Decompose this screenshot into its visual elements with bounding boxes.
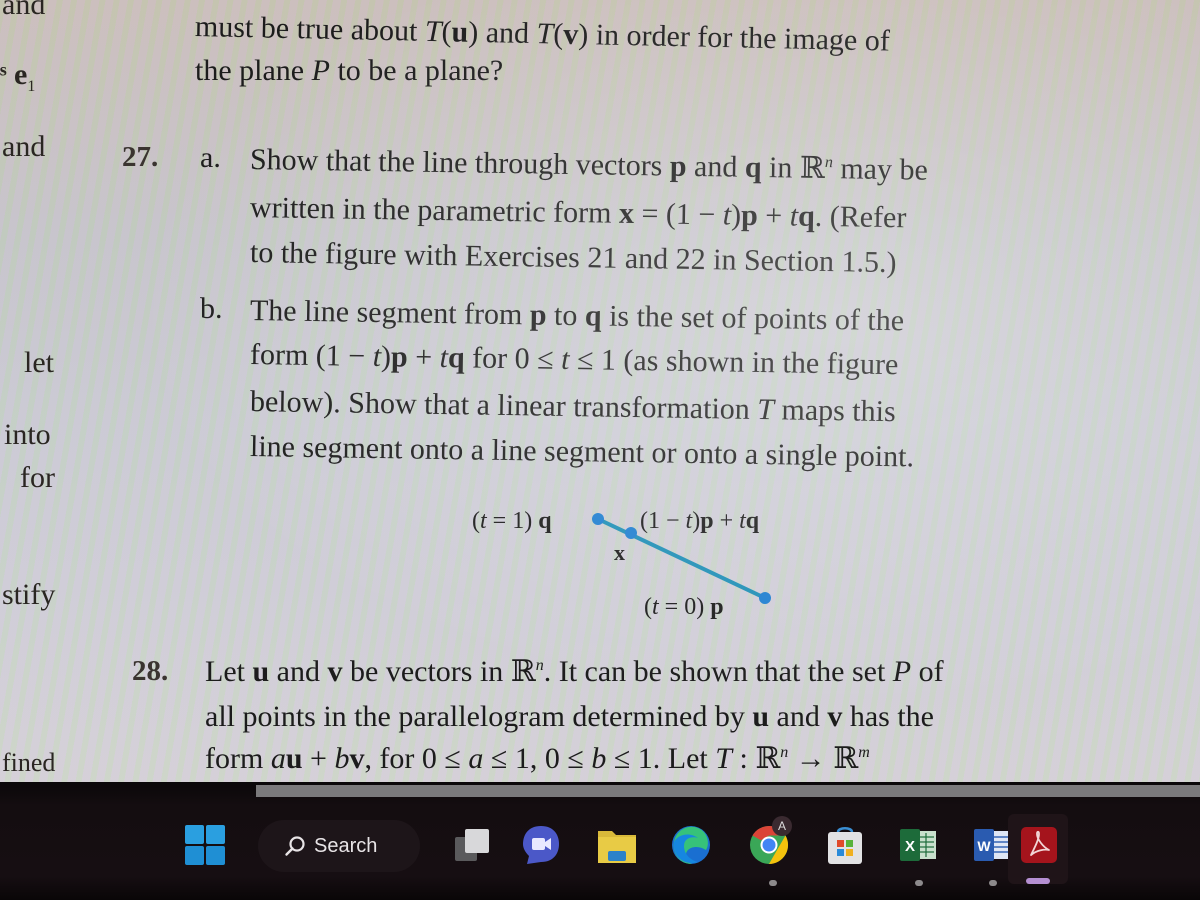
exercise-27a-line-1: Show that the line through vectors p and… xyxy=(249,143,929,187)
folder-icon xyxy=(598,831,636,863)
taskbar-search-button[interactable]: Search xyxy=(258,820,420,872)
windows-start-icon xyxy=(185,825,225,865)
chrome-running-indicator xyxy=(769,880,777,886)
exercise-27b-line-2: form (1 − t)p + tq for 0 ≤ t ≤ 1 (as sho… xyxy=(249,338,899,382)
taskbar-app-task-view[interactable] xyxy=(450,822,496,868)
exercise-27b-line-4: line segment onto a line segment or onto… xyxy=(249,430,915,474)
horizontal-scrollbar[interactable] xyxy=(256,785,1200,797)
point-x xyxy=(625,527,637,539)
excel-running-indicator xyxy=(915,880,923,886)
acrobat-icon xyxy=(1021,827,1057,863)
exercise-number-27: 27. xyxy=(122,141,159,173)
taskbar-app-excel[interactable]: X xyxy=(896,822,942,868)
exercise-28-line-1: Let u and v be vectors in ℝn. It can be … xyxy=(205,655,944,688)
excel-icon: X xyxy=(900,829,936,861)
margin-text: fined xyxy=(2,748,56,777)
part-a-label: a. xyxy=(200,141,221,174)
margin-text: and xyxy=(2,0,46,21)
label-t-equals-0-p: (t = 0) p xyxy=(644,594,724,620)
task-view-icon xyxy=(455,829,489,861)
taskbar-app-chrome[interactable]: A xyxy=(746,816,792,868)
exercise-28-line-2: all points in the parallelogram determin… xyxy=(205,700,934,733)
margin-text: stify xyxy=(2,578,56,611)
taskbar-app-acrobat[interactable] xyxy=(1016,822,1062,868)
video-chat-icon xyxy=(523,826,559,864)
taskbar-app-meet[interactable] xyxy=(518,822,564,868)
point-p xyxy=(759,592,771,604)
start-button[interactable] xyxy=(182,822,228,868)
chrome-profile-badge: A xyxy=(772,816,792,836)
search-label: Search xyxy=(314,834,378,857)
acrobat-active-indicator xyxy=(1026,878,1050,884)
part-b-label: b. xyxy=(200,292,223,325)
exercise-26-line-1: must be true about T(u) and T(v) in orde… xyxy=(194,10,891,58)
exercise-27a-line-2: written in the parametric form x = (1 − … xyxy=(249,191,907,235)
label-t-equals-1-q: (t = 1) q xyxy=(472,508,552,534)
taskbar-app-store[interactable] xyxy=(822,822,868,868)
textbook-page-photo: and ˢ e1 and let into for stify fined mu… xyxy=(0,0,1200,782)
store-icon xyxy=(828,827,862,864)
label-parametric: (1 − t)p + tq xyxy=(640,508,760,534)
point-q xyxy=(592,513,604,525)
taskbar-app-file-explorer[interactable] xyxy=(594,822,640,868)
svg-text:W: W xyxy=(977,838,991,854)
svg-text:X: X xyxy=(905,838,915,855)
exercise-27a-line-3: to the figure with Exercises 21 and 22 i… xyxy=(249,236,897,280)
line-segment-figure: (t = 1) q x (1 − t)p + tq (t = 0) p xyxy=(420,490,840,630)
search-icon xyxy=(285,836,305,856)
margin-text: into xyxy=(4,418,51,451)
word-running-indicator xyxy=(989,880,997,886)
taskbar-app-edge[interactable] xyxy=(668,822,714,868)
label-x: x xyxy=(614,540,625,565)
edge-icon xyxy=(672,826,710,864)
exercise-28-line-3: form au + bv, for 0 ≤ a ≤ 1, 0 ≤ b ≤ 1. … xyxy=(205,742,870,775)
margin-text: ˢ e1 xyxy=(0,58,36,95)
margin-text: for xyxy=(20,461,55,494)
margin-text: let xyxy=(24,346,54,379)
margin-text: and xyxy=(2,130,46,163)
exercise-26-line-2: the plane P to be a plane? xyxy=(195,54,504,87)
exercise-27b-line-3: below). Show that a linear transformatio… xyxy=(249,385,896,429)
exercise-number-28: 28. xyxy=(132,655,169,687)
exercise-27b-line-1: The line segment from p to q is the set … xyxy=(249,294,905,338)
